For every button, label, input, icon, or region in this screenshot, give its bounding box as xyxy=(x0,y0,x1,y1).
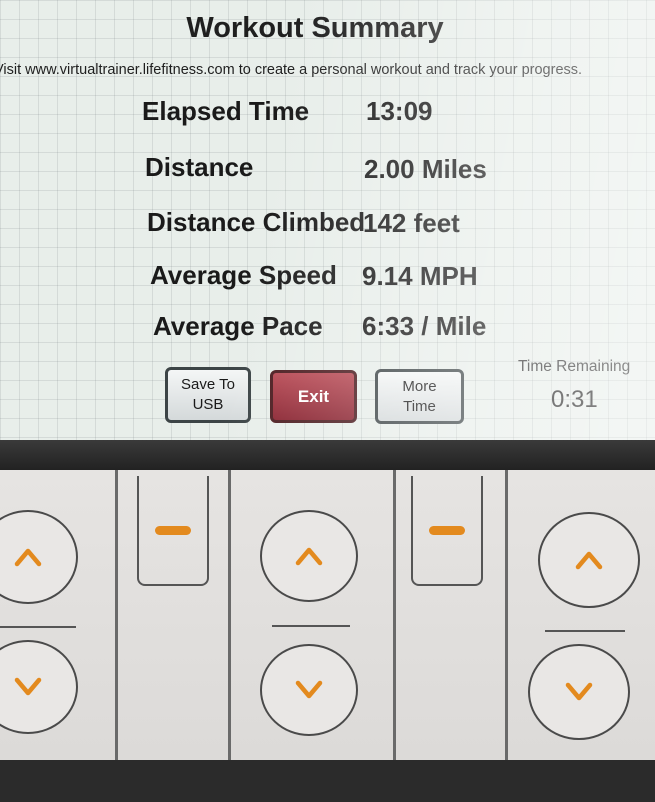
stat-value-elapsed-time: 13:09 xyxy=(366,96,433,126)
key-separator xyxy=(272,625,350,627)
key-separator xyxy=(0,626,76,628)
time-remaining-label: Time Remaining xyxy=(518,358,631,375)
keypad-divider xyxy=(505,470,508,760)
chevron-down-icon xyxy=(565,682,593,701)
stat-label-average-speed: Average Speed xyxy=(150,260,337,290)
chevron-down-icon xyxy=(295,680,323,699)
right-up-key[interactable] xyxy=(538,512,640,608)
keypad-panel xyxy=(0,470,655,760)
keypad-divider xyxy=(115,470,118,760)
exit-label: Exit xyxy=(297,386,330,406)
center-down-key[interactable] xyxy=(260,644,358,736)
time-remaining-value: 0:31 xyxy=(551,386,598,413)
more-time-button[interactable]: More Time xyxy=(375,369,464,424)
page-title: Workout Summary xyxy=(186,12,444,44)
save-to-usb-button[interactable]: Save To USB xyxy=(165,367,251,423)
stat-value-average-speed: 9.14 MPH xyxy=(362,261,478,291)
stat-label-distance: Distance xyxy=(145,152,254,182)
key-separator xyxy=(545,630,625,632)
center-up-key[interactable] xyxy=(260,510,358,602)
stat-value-average-pace: 6:33 / Mile xyxy=(362,311,487,341)
more-time-label: More Time xyxy=(402,377,436,417)
exit-button[interactable]: Exit xyxy=(270,370,357,423)
save-label-line1: Save To xyxy=(181,376,235,393)
save-label-line2: USB xyxy=(192,396,224,413)
save-to-usb-label: Save To USB xyxy=(181,375,235,415)
display-screen: Workout Summary Visit www.virtualtrainer… xyxy=(0,0,655,440)
stat-label-elapsed-time: Elapsed Time xyxy=(142,96,310,126)
right-minus-key[interactable] xyxy=(411,476,483,586)
right-down-key[interactable] xyxy=(528,644,630,740)
chevron-up-icon xyxy=(575,551,603,570)
stat-label-distance-climbed: Distance Climbed xyxy=(147,207,366,237)
minus-icon xyxy=(429,525,465,535)
keypad-divider xyxy=(393,470,396,760)
stat-label-average-pace: Average Pace xyxy=(153,311,323,341)
left-minus-key[interactable] xyxy=(137,476,209,586)
left-up-key[interactable] xyxy=(0,510,78,604)
promo-text: Visit www.virtualtrainer.lifefitness.com… xyxy=(0,62,583,78)
left-down-key[interactable] xyxy=(0,640,78,734)
chevron-up-icon xyxy=(14,548,42,567)
keypad-divider xyxy=(228,470,231,760)
stat-value-distance-climbed: 142 feet xyxy=(363,208,460,238)
more-label-line2: Time xyxy=(403,397,436,415)
stat-value-distance: 2.00 Miles xyxy=(364,154,487,184)
minus-icon xyxy=(155,525,191,535)
console-base xyxy=(0,760,655,802)
chevron-up-icon xyxy=(295,547,323,566)
chevron-down-icon xyxy=(14,677,42,696)
more-label-line1: More xyxy=(402,377,437,395)
